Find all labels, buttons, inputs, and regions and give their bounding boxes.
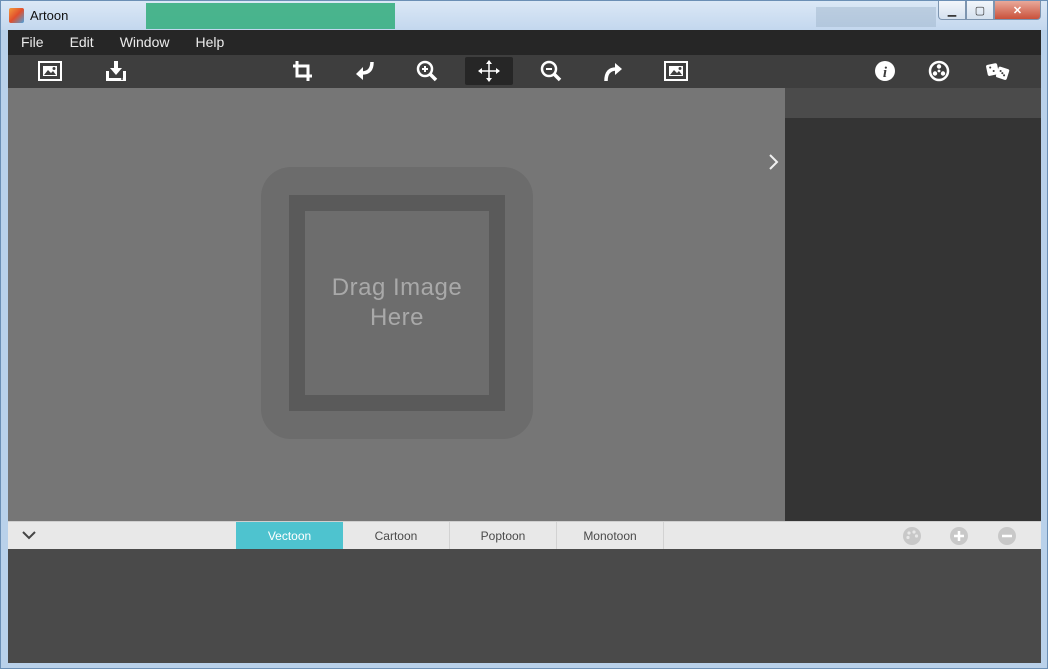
redo-button[interactable] bbox=[589, 57, 637, 85]
style-tabs: Vectoon Cartoon Poptoon Monotoon bbox=[236, 522, 664, 549]
app-icon bbox=[9, 8, 24, 23]
add-icon[interactable] bbox=[949, 526, 969, 546]
app-window: Artoon ▁ ▢ ✕ File Edit Window Help i Dra… bbox=[0, 0, 1048, 669]
menu-file[interactable]: File bbox=[8, 30, 57, 55]
palette-icon[interactable] bbox=[902, 526, 922, 546]
tab-vectoon[interactable]: Vectoon bbox=[236, 522, 343, 549]
save-button[interactable] bbox=[92, 57, 140, 85]
background-window-fragment-2 bbox=[816, 7, 936, 27]
maximize-button[interactable]: ▢ bbox=[966, 1, 994, 20]
crop-icon bbox=[293, 61, 312, 81]
tab-cartoon[interactable]: Cartoon bbox=[343, 522, 450, 549]
info-icon: i bbox=[875, 61, 895, 81]
menu-edit[interactable]: Edit bbox=[57, 30, 107, 55]
tab-monotoon[interactable]: Monotoon bbox=[557, 522, 664, 549]
tab-poptoon[interactable]: Poptoon bbox=[450, 522, 557, 549]
side-panel-header bbox=[785, 88, 1041, 118]
move-icon bbox=[478, 60, 500, 82]
undo-icon bbox=[356, 61, 374, 80]
menu-help[interactable]: Help bbox=[182, 30, 237, 55]
move-button[interactable] bbox=[465, 57, 513, 85]
side-panel bbox=[785, 88, 1041, 521]
random-button[interactable] bbox=[974, 57, 1022, 85]
menu-bar: File Edit Window Help bbox=[8, 30, 1041, 55]
open-image-button[interactable] bbox=[26, 57, 74, 85]
menu-window[interactable]: Window bbox=[107, 30, 183, 55]
window-title: Artoon bbox=[30, 8, 69, 23]
close-button[interactable]: ✕ bbox=[994, 1, 1041, 20]
zoom-in-button[interactable] bbox=[403, 57, 451, 85]
chevron-down-icon[interactable] bbox=[20, 526, 38, 544]
zoom-in-icon bbox=[416, 60, 438, 82]
open-image-icon bbox=[38, 61, 62, 81]
title-bar[interactable]: Artoon ▁ ▢ ✕ bbox=[1, 1, 1047, 30]
drop-zone-label: Drag Image Here bbox=[331, 274, 463, 331]
style-presets-area bbox=[8, 549, 1041, 663]
background-window-fragment bbox=[146, 3, 395, 29]
zoom-out-icon bbox=[540, 60, 562, 82]
drop-zone-inner: Drag Image Here bbox=[305, 211, 489, 395]
redo-icon bbox=[604, 63, 622, 82]
random-dice-icon bbox=[986, 63, 1010, 80]
zoom-out-button[interactable] bbox=[527, 57, 575, 85]
info-button[interactable]: i bbox=[861, 57, 909, 85]
save-icon bbox=[106, 61, 126, 81]
fit-image-icon bbox=[664, 61, 688, 81]
window-controls: ▁ ▢ ✕ bbox=[938, 1, 1041, 20]
style-bar: Vectoon Cartoon Poptoon Monotoon bbox=[8, 521, 1041, 549]
app-content: File Edit Window Help i Drag Image Here … bbox=[8, 30, 1041, 663]
remove-icon[interactable] bbox=[997, 526, 1017, 546]
settings-button[interactable] bbox=[915, 57, 963, 85]
chevron-right-icon[interactable] bbox=[765, 151, 783, 173]
undo-button[interactable] bbox=[341, 57, 389, 85]
minimize-button[interactable]: ▁ bbox=[938, 1, 966, 20]
toolbar: i bbox=[8, 55, 1041, 88]
image-canvas[interactable]: Drag Image Here bbox=[8, 88, 785, 521]
crop-button[interactable] bbox=[279, 57, 327, 85]
fit-image-button[interactable] bbox=[652, 57, 700, 85]
settings-icon bbox=[928, 60, 950, 82]
